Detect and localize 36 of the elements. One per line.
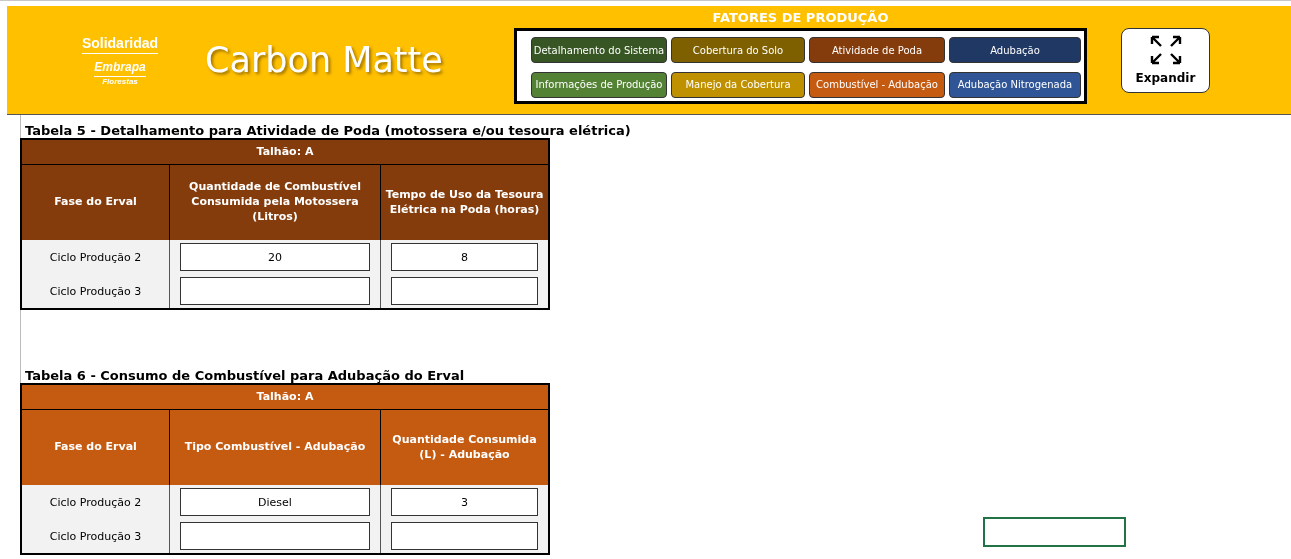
column-header: Quantidade de Combustível Consumida pela Motossera (Litros) — [169, 165, 380, 240]
input-field[interactable]: Diesel — [180, 488, 370, 516]
expand-icon — [1149, 35, 1182, 65]
nav-title: FATORES DE PRODUÇÃO — [712, 10, 889, 25]
logo-text: Solidaridad — [81, 34, 159, 54]
column-header: Fase do Erval — [22, 165, 169, 240]
input-field[interactable] — [391, 522, 538, 550]
input-field[interactable] — [180, 277, 370, 305]
input-field[interactable]: 3 — [391, 488, 538, 516]
expand-button[interactable]: Expandir — [1121, 27, 1210, 93]
input-field[interactable] — [180, 522, 370, 550]
nav-button[interactable]: Atividade de Poda — [809, 37, 945, 63]
input-field[interactable] — [391, 277, 538, 305]
table-cell: Ciclo Produção 3 — [22, 519, 169, 553]
table-band: Talhão: A — [22, 140, 548, 165]
table-title: Tabela 5 - Detalhamento para Atividade de Poda (motossera e/ou tesoura elétrica) — [25, 123, 632, 138]
table-cell: Ciclo Produção 2 — [22, 240, 169, 274]
nav-button[interactable]: Informações de Produção — [531, 71, 667, 98]
nav-button[interactable]: Cobertura do Solo — [671, 37, 805, 63]
column-header: Tempo de Uso da Tesoura Elétrica na Poda (horas) — [380, 165, 548, 240]
nav-button[interactable]: Detalhamento do Sistema — [531, 37, 667, 63]
logo-text: Florestas — [94, 75, 146, 86]
input-field[interactable]: 8 — [391, 243, 538, 271]
table-band: Talhão: A — [22, 385, 548, 410]
nav-button[interactable]: Combustível - Adubação — [809, 71, 945, 98]
table-cell: Ciclo Produção 2 — [22, 485, 169, 519]
app-title: Carbon Matte — [205, 40, 444, 80]
table-cell: Ciclo Produção 3 — [22, 274, 169, 308]
nav-button[interactable]: Adubação — [949, 37, 1081, 63]
nav-button[interactable]: Adubação Nitrogenada — [949, 71, 1081, 98]
column-header: Fase do Erval — [22, 410, 169, 485]
logo-text: Embrapa — [94, 59, 146, 74]
table-title: Tabela 6 - Consumo de Combustível para Adubação do Erval — [25, 368, 466, 383]
column-header: Tipo Combustível - Adubação — [169, 410, 380, 485]
column-header: Quantidade Consumida (L) - Adubação — [380, 410, 548, 485]
input-field[interactable]: 20 — [180, 243, 370, 271]
